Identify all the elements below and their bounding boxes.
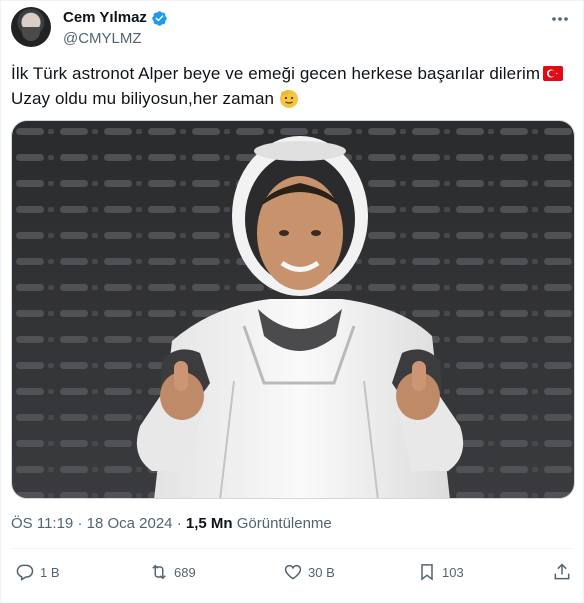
avatar[interactable] [11, 7, 51, 47]
retweet-count: 689 [174, 564, 196, 580]
tweet-time[interactable]: ÖS 11:19 [11, 515, 73, 532]
reply-icon [16, 564, 34, 581]
verified-badge-icon [152, 10, 167, 26]
like-count: 30 B [308, 564, 335, 580]
views-count: 1,5 Mn [185, 515, 233, 532]
divider [11, 548, 573, 549]
share-icon [554, 563, 570, 580]
tweet-meta: ÖS 11:19 · 18 Oca 2024 · 1,5 Mn Görüntül… [11, 514, 332, 534]
tweet-date[interactable]: 18 Oca 2024 [87, 515, 173, 532]
tweet-line-1: İlk Türk astronot Alper beye ve emeği ge… [11, 61, 576, 86]
share-button[interactable] [552, 562, 572, 582]
action-bar: 1 B 689 30 B 103 [11, 558, 573, 592]
tweet-card: Cem Yılmaz @CMYLMZ İlk Türk astronot Alp… [0, 0, 584, 603]
heart-icon [284, 564, 302, 580]
tweet-line-1-text: İlk Türk astronot Alper beye ve emeği ge… [11, 64, 541, 83]
more-options-icon[interactable] [549, 9, 571, 29]
bookmark-count: 103 [442, 564, 464, 580]
bookmark-icon [421, 564, 433, 581]
like-button[interactable]: 30 B [283, 562, 335, 582]
tweet-text: İlk Türk astronot Alper beye ve emeği ge… [11, 61, 576, 111]
display-name[interactable]: Cem Yılmaz [63, 8, 147, 28]
astronaut-image [12, 121, 574, 498]
reply-button[interactable]: 1 B [15, 562, 60, 582]
astronaut-photo[interactable] [11, 120, 575, 499]
meta-separator: · [77, 515, 83, 532]
user-handle[interactable]: @CMYLMZ [63, 29, 168, 49]
reply-count: 1 B [40, 564, 60, 580]
retweet-button[interactable]: 689 [149, 562, 196, 582]
meta-separator-2: · [176, 515, 182, 532]
views-label: Görüntülenme [236, 515, 332, 532]
user-names: Cem Yılmaz @CMYLMZ [63, 8, 168, 49]
name-row: Cem Yılmaz [63, 8, 168, 28]
saluting-face-icon [280, 89, 299, 108]
tweet-header: Cem Yılmaz @CMYLMZ [11, 7, 571, 51]
tweet-line-2-text: Uzay oldu mu biliyosun,her zaman [11, 89, 275, 108]
bookmark-button[interactable]: 103 [417, 562, 464, 582]
retweet-icon [152, 564, 166, 580]
turkey-flag-icon [543, 66, 564, 81]
tweet-line-2: Uzay oldu mu biliyosun,her zaman [11, 86, 576, 111]
